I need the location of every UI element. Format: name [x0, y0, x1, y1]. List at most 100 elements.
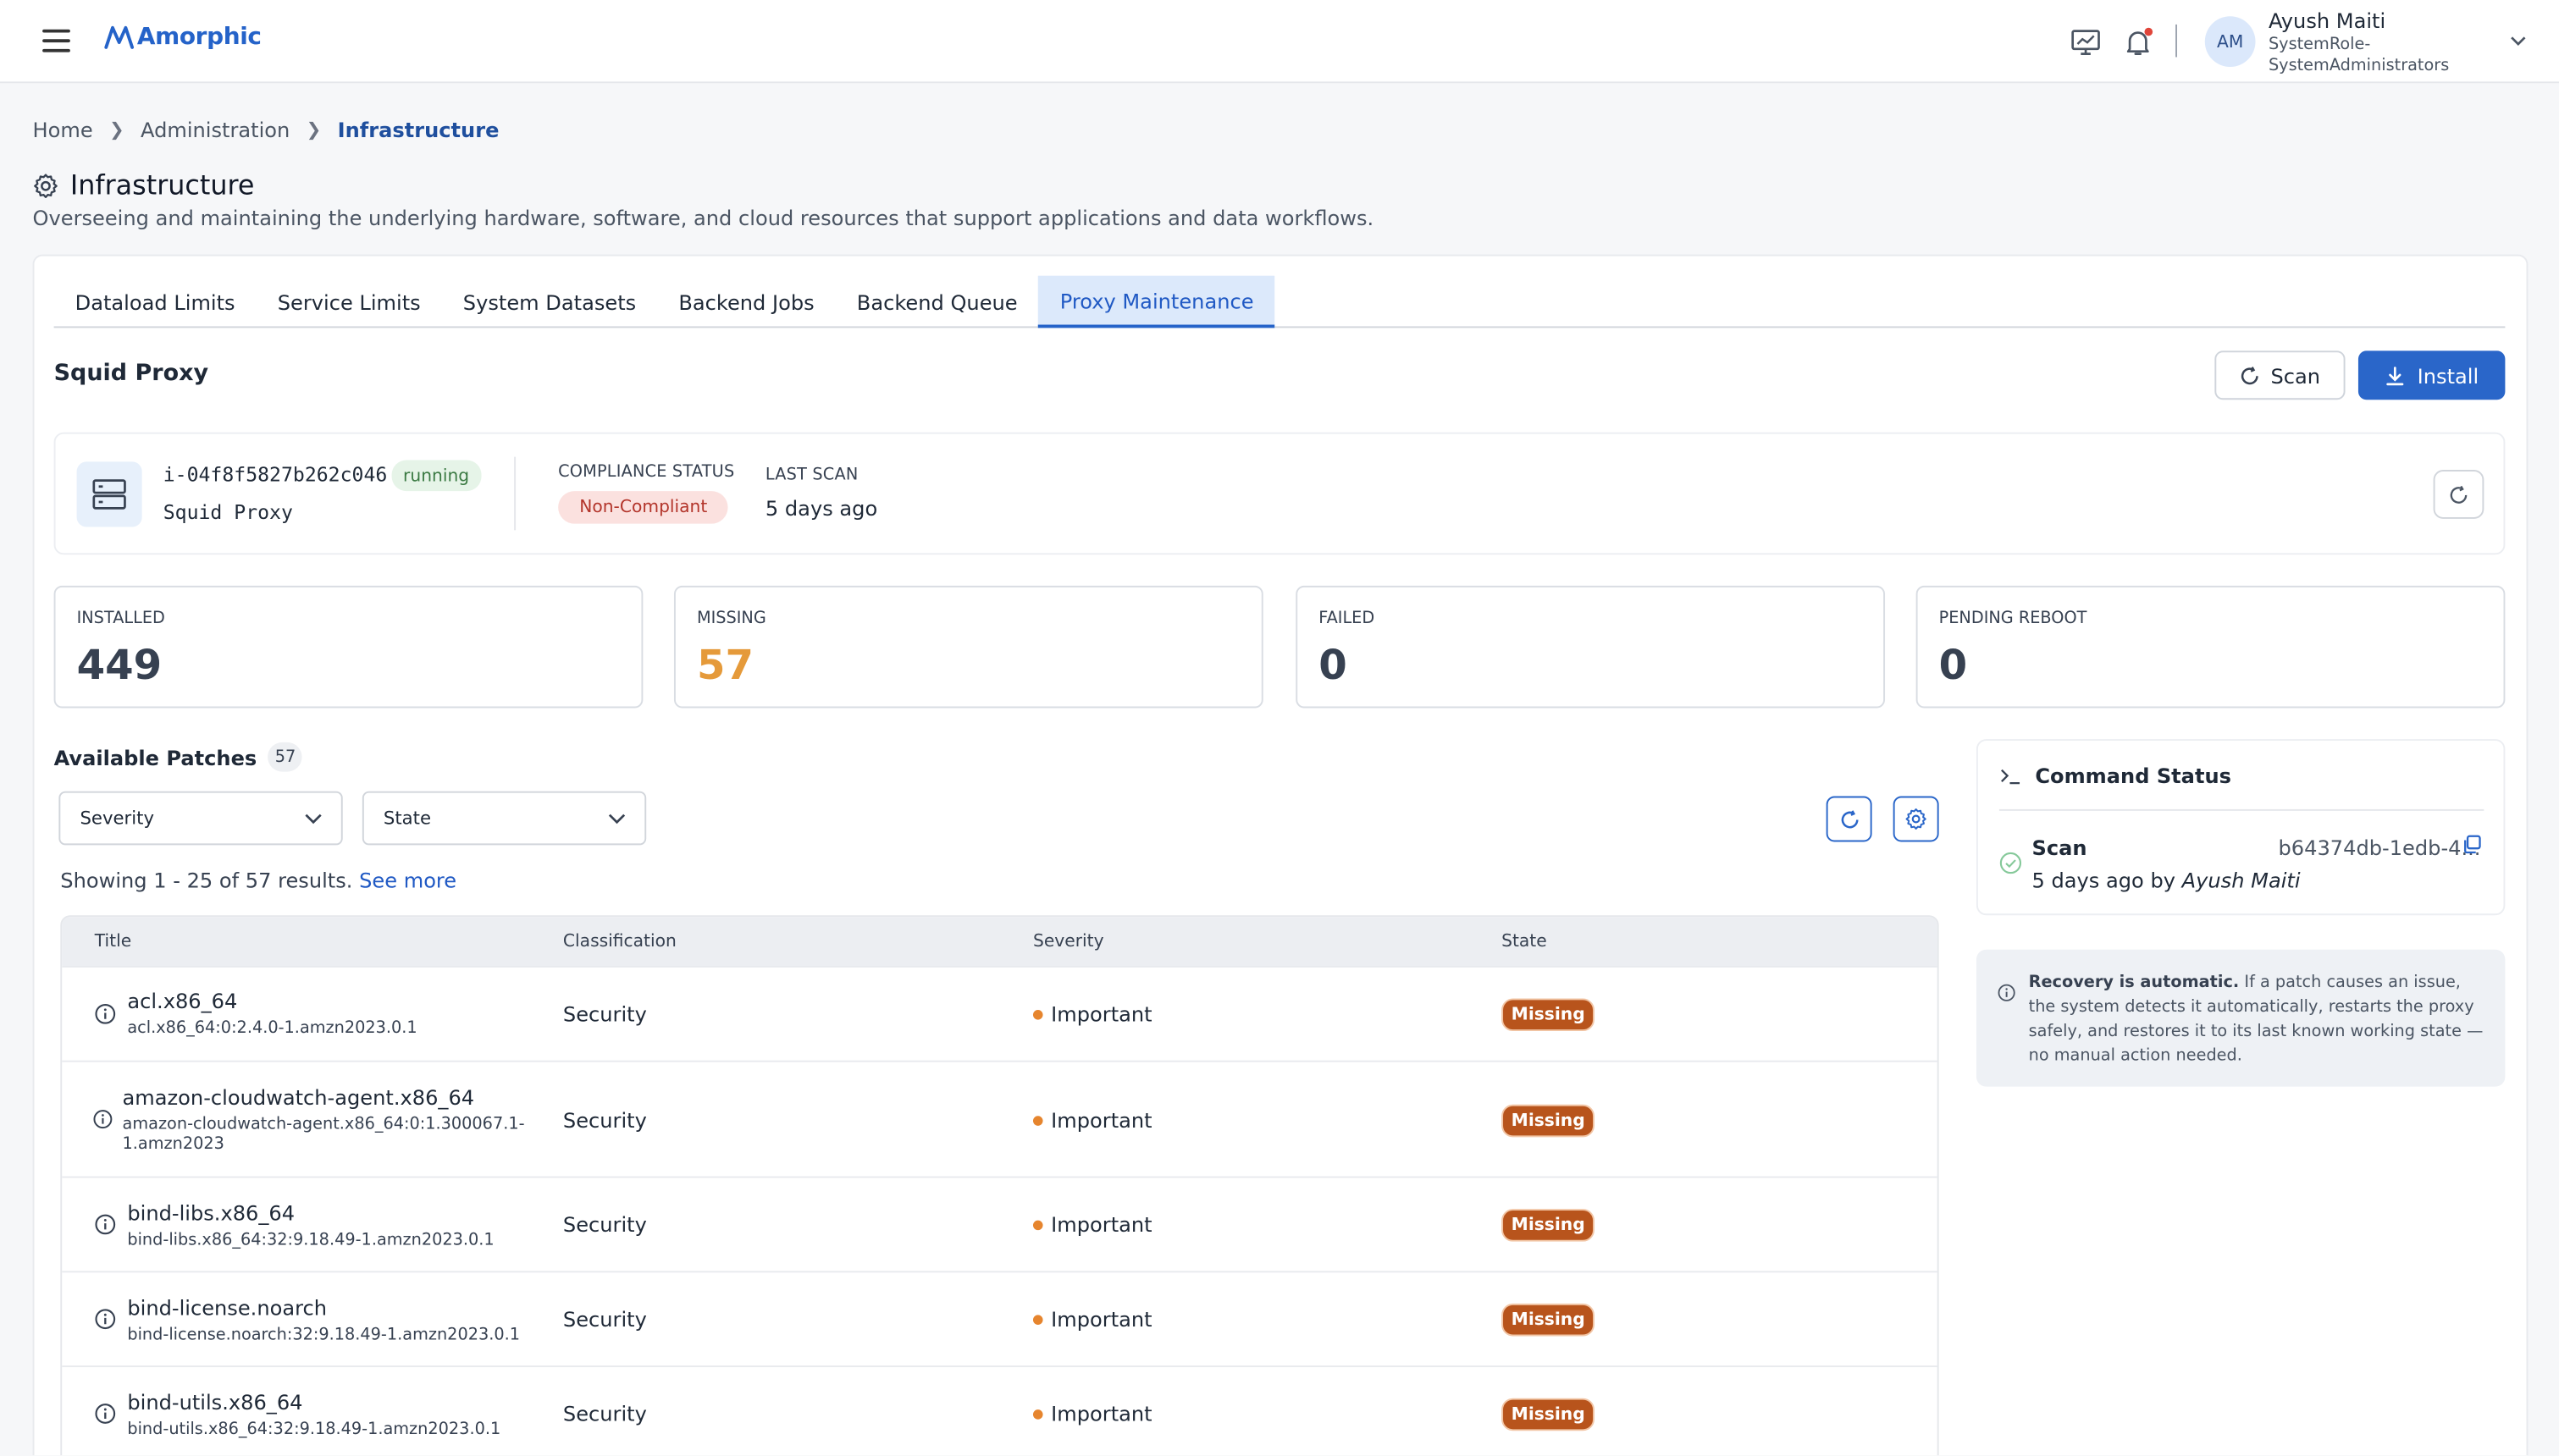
patches-count-badge: 57	[268, 742, 303, 772]
state-badge: Missing	[1501, 1398, 1595, 1431]
chevron-right-icon: ❯	[306, 119, 322, 141]
divider	[1998, 808, 2484, 811]
refresh-icon	[2241, 366, 2259, 384]
compliance-status-label: COMPLIANCE STATUS	[558, 463, 735, 482]
stat-missing: MISSING 57	[673, 585, 1263, 709]
tab-proxy-maintenance[interactable]: Proxy Maintenance	[1038, 275, 1275, 328]
patch-severity: Important	[1032, 1401, 1152, 1426]
table-row[interactable]: bind-license.noarch bind-license.noarch:…	[62, 1271, 1937, 1365]
patch-classification: Security	[562, 1001, 647, 1027]
download-icon	[2386, 366, 2404, 385]
tab-bar: Dataload Limits Service Limits System Da…	[53, 275, 2506, 328]
scan-button-label: Scan	[2270, 362, 2321, 388]
stat-value: 0	[1938, 641, 1968, 689]
avatar[interactable]: AM	[2204, 16, 2256, 68]
info-icon[interactable]	[95, 1214, 116, 1235]
check-circle-icon	[1999, 852, 2022, 874]
patch-classification: Security	[562, 1107, 647, 1133]
column-header-title[interactable]: Title	[95, 931, 131, 951]
command-id: b64374db-1edb-4...	[2278, 835, 2481, 860]
results-count-text: Showing 1 - 25 of 57 results.	[60, 868, 353, 893]
available-patches-label: Available Patches	[53, 744, 257, 769]
stat-label: FAILED	[1318, 609, 1375, 629]
patch-severity: Important	[1032, 1001, 1152, 1026]
app-logo[interactable]: Amorphic	[102, 23, 262, 52]
notifications-button[interactable]	[2121, 26, 2154, 59]
refresh-icon	[2450, 484, 2468, 503]
instance-card	[53, 432, 2506, 555]
tab-backend-queue[interactable]: Backend Queue	[836, 276, 1039, 328]
info-icon[interactable]	[95, 1403, 116, 1424]
patch-identifier: bind-utils.x86_64:32:9.18.49-1.amzn2023.…	[127, 1420, 501, 1439]
breadcrumb-home[interactable]: Home	[33, 118, 93, 142]
patch-identifier: bind-libs.x86_64:32:9.18.49-1.amzn2023.0…	[127, 1232, 495, 1250]
table-row[interactable]: bind-utils.x86_64 bind-utils.x86_64:32:9…	[62, 1365, 1937, 1455]
top-bar: Amorphic AM Ayush Maiti SystemRole-Syste…	[0, 0, 2559, 84]
breadcrumb: Home ❯ Administration ❯ Infrastructure	[33, 118, 500, 142]
state-badge: Missing	[1501, 1209, 1595, 1242]
tab-service-limits[interactable]: Service Limits	[257, 276, 442, 328]
command-status-title: Command Status	[2035, 763, 2231, 788]
stat-value: 449	[76, 641, 163, 689]
results-summary: Showing 1 - 25 of 57 results. See more	[60, 868, 456, 892]
install-button[interactable]: Install	[2357, 350, 2506, 400]
patch-title: bind-libs.x86_64	[127, 1200, 296, 1226]
table-row[interactable]: amazon-cloudwatch-agent.x86_64 amazon-cl…	[62, 1060, 1937, 1177]
state-badge: Missing	[1501, 998, 1595, 1032]
copy-icon[interactable]	[2461, 834, 2482, 855]
refresh-patches-button[interactable]	[1826, 796, 1872, 842]
info-icon[interactable]	[93, 1110, 113, 1129]
severity-label: Important	[1051, 1107, 1152, 1133]
chevron-down-icon[interactable]	[2508, 33, 2528, 49]
table-row[interactable]: acl.x86_64 acl.x86_64:0:2.4.0-1.amzn2023…	[62, 965, 1937, 1061]
tab-dataload-limits[interactable]: Dataload Limits	[54, 276, 257, 328]
page-header: Infrastructure	[33, 169, 255, 201]
stat-value: 0	[1318, 641, 1347, 689]
command-user: Ayush Maiti	[2181, 868, 2301, 893]
table-row[interactable]: bind-libs.x86_64 bind-libs.x86_64:32:9.1…	[62, 1176, 1937, 1271]
menu-icon[interactable]	[42, 29, 70, 52]
chevron-down-icon	[608, 813, 626, 824]
column-header-classification[interactable]: Classification	[563, 931, 677, 951]
tab-backend-jobs[interactable]: Backend Jobs	[657, 276, 835, 328]
severity-label: Important	[1051, 1211, 1152, 1237]
stat-label: INSTALLED	[76, 609, 165, 629]
refresh-instance-button[interactable]	[2433, 470, 2484, 519]
gear-icon	[1905, 808, 1926, 830]
patch-title: acl.x86_64	[127, 988, 238, 1013]
state-badge: Missing	[1501, 1104, 1595, 1138]
severity-dot	[1032, 1219, 1043, 1230]
page-title: Infrastructure	[69, 169, 255, 201]
last-scan-label: LAST SCAN	[765, 466, 859, 485]
state-select[interactable]: State	[362, 791, 647, 846]
available-patches-title: Available Patches 57	[54, 742, 303, 772]
severity-label: Important	[1051, 1401, 1152, 1426]
patch-identifier: acl.x86_64:0:2.4.0-1.amzn2023.0.1	[127, 1019, 417, 1038]
instance-id: i-04f8f5827b262c046	[163, 463, 388, 487]
stat-pending-reboot: PENDING REBOOT 0	[1915, 585, 2506, 709]
column-header-state[interactable]: State	[1501, 931, 1547, 951]
info-icon[interactable]	[95, 1309, 116, 1330]
table-settings-button[interactable]	[1893, 796, 1939, 842]
patch-title: amazon-cloudwatch-agent.x86_64	[122, 1084, 475, 1110]
recovery-note-heading: Recovery is automatic.	[2028, 973, 2240, 992]
scan-button[interactable]: Scan	[2214, 350, 2346, 400]
divider	[514, 456, 517, 531]
section-title: Squid Proxy	[53, 360, 209, 387]
severity-select[interactable]: Severity	[58, 791, 343, 846]
notification-dot	[2144, 27, 2153, 36]
patch-classification: Security	[562, 1306, 647, 1332]
install-button-label: Install	[2417, 362, 2479, 388]
gear-icon	[34, 173, 58, 198]
see-more-link[interactable]: See more	[359, 868, 456, 892]
page-description: Overseeing and maintaining the underlyin…	[32, 205, 1374, 230]
severity-select-value: Severity	[80, 808, 155, 830]
info-icon[interactable]	[95, 1003, 116, 1024]
tab-system-datasets[interactable]: System Datasets	[442, 276, 658, 328]
breadcrumb-administration[interactable]: Administration	[141, 118, 290, 142]
last-scan-value: 5 days ago	[765, 495, 878, 521]
monitor-icon[interactable]	[2070, 26, 2103, 59]
severity-dot	[1032, 1009, 1043, 1019]
column-header-severity[interactable]: Severity	[1033, 931, 1104, 951]
instance-name: Squid Proxy	[163, 500, 293, 524]
